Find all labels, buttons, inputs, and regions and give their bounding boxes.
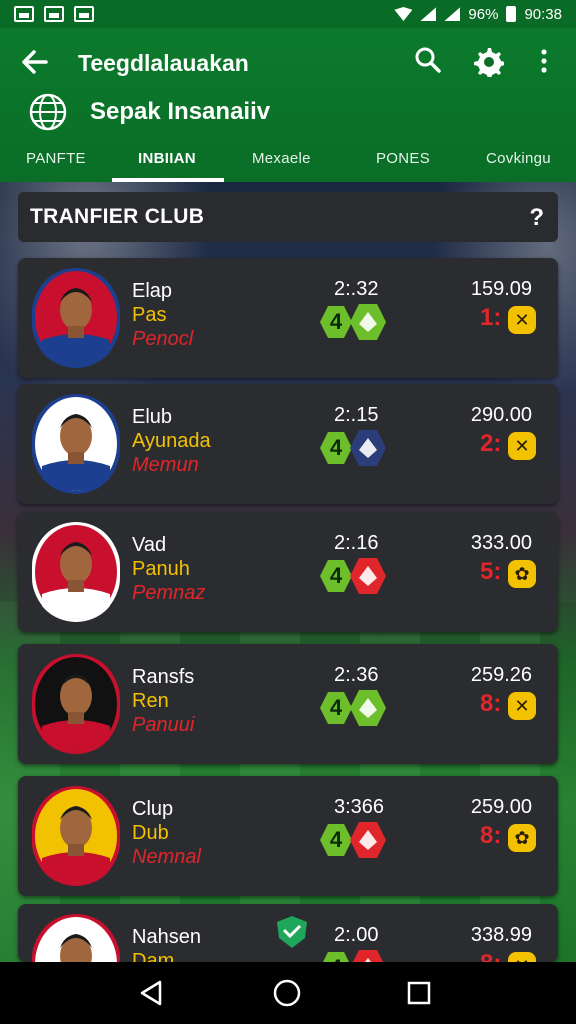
player-rank: 2:: [480, 430, 502, 457]
panel-title: TRANFIER CLUB: [30, 205, 205, 228]
tab-inbiian[interactable]: INBIIAN: [138, 150, 196, 167]
position-hex-icon: [350, 822, 386, 858]
position-hex-icon: [350, 430, 386, 466]
player-line1: Clup: [132, 798, 174, 820]
help-icon[interactable]: ?: [529, 204, 544, 232]
rating-badge: 4: [320, 432, 352, 464]
player-price: 159.09: [470, 278, 532, 300]
player-price: 259.26: [470, 664, 532, 686]
player-line2: Ayunada: [132, 430, 211, 452]
search-icon[interactable]: [414, 46, 442, 74]
gear-icon[interactable]: [472, 45, 504, 77]
player-score: 2:.00: [334, 924, 379, 946]
nav-back-icon[interactable]: [136, 978, 166, 1008]
player-avatar: [32, 268, 120, 368]
battery-percent: 96%: [468, 5, 499, 23]
position-hex-icon: [350, 558, 386, 594]
rating-badge: 4: [320, 692, 352, 724]
player-line2: Dub: [132, 822, 169, 844]
coin-icon[interactable]: ✕: [508, 692, 536, 720]
rating-badge: 4: [320, 306, 352, 338]
player-line2: Ren: [132, 690, 169, 712]
player-line3: Nemnal: [132, 846, 201, 868]
player-line3: Pemnaz: [132, 582, 206, 604]
player-price: 290.00: [470, 404, 532, 426]
shield-badge-icon: [277, 916, 307, 948]
player-score: 2:.32: [334, 278, 379, 300]
player-price: 333.00: [470, 532, 532, 554]
tab-bar: PANFTE INBIIAN Mexaele PONES Covkingu: [0, 144, 576, 182]
active-tab-indicator: [112, 178, 224, 182]
player-rank: 5:: [480, 558, 502, 585]
player-line2: Pas: [132, 304, 167, 326]
player-avatar: [32, 654, 120, 754]
player-price: 338.99: [470, 924, 532, 946]
rating-badge: 4: [320, 824, 352, 856]
player-card[interactable]: Ransfs Ren Panuui 2:.36 4 259.26 8: ✕: [18, 644, 558, 764]
position-hex-icon: [350, 690, 386, 726]
position-hex-icon: [350, 304, 386, 340]
clock: 90:38: [524, 5, 562, 23]
globe-icon: [29, 93, 67, 131]
app-bar: Teegdlalauakan Sepak Insanaiiv PANFTE IN…: [0, 28, 576, 182]
nav-home-icon[interactable]: [272, 978, 302, 1008]
wifi-icon: [394, 7, 413, 21]
tab-pones[interactable]: PONES: [376, 150, 430, 167]
player-card[interactable]: Vad Panuh Pemnaz 2:.16 4 333.00 5: ✿: [18, 512, 558, 632]
signal-icon: [420, 7, 437, 21]
image-icon: [74, 6, 94, 22]
player-avatar: [32, 786, 120, 886]
player-rank: 8:: [480, 690, 502, 717]
coin-icon[interactable]: ✕: [508, 306, 536, 334]
nav-recents-icon[interactable]: [406, 980, 432, 1006]
player-price: 259.00: [470, 796, 532, 818]
signal-icon-2: [444, 7, 461, 21]
app-title: Teegdlalauakan: [78, 50, 249, 76]
player-rank: 8:: [480, 822, 502, 849]
player-card[interactable]: Elap Pas Penocl 2:.32 4 159.09 1: ✕: [18, 258, 558, 378]
player-line1: Ransfs: [132, 666, 195, 688]
player-avatar: [32, 394, 120, 494]
back-arrow-icon[interactable]: [20, 48, 50, 76]
player-card[interactable]: Elub Ayunada Memun 2:.15 4 290.00 2: ✕: [18, 384, 558, 504]
player-score: 2:.15: [334, 404, 379, 426]
tab-mexaele[interactable]: Mexaele: [252, 150, 311, 167]
league-title: Sepak Insanaiiv: [90, 98, 271, 125]
panel-header: TRANFIER CLUB ?: [18, 192, 558, 242]
player-avatar: [32, 522, 120, 622]
battery-icon: [506, 6, 517, 22]
rating-badge: 4: [320, 560, 352, 592]
notification-icon: [14, 6, 34, 22]
coin-icon[interactable]: ✿: [508, 824, 536, 852]
more-vert-icon[interactable]: [535, 47, 553, 75]
coin-icon[interactable]: ✿: [508, 560, 536, 588]
player-card[interactable]: Clup Dub Nemnal 3:366 4 259.00 8: ✿: [18, 776, 558, 896]
player-line3: Panuui: [132, 714, 195, 736]
gallery-icon: [44, 6, 64, 22]
player-line2: Panuh: [132, 558, 190, 580]
player-line1: Elap: [132, 280, 173, 302]
tab-panfte[interactable]: PANFTE: [26, 150, 86, 167]
player-score: 2:.16: [334, 532, 379, 554]
player-line3: Memun: [132, 454, 199, 476]
status-bar: 96% 90:38: [0, 0, 576, 28]
player-line1: Vad: [132, 534, 167, 556]
system-nav-bar: [0, 962, 576, 1024]
player-line1: Nahsen: [132, 926, 201, 948]
coin-icon[interactable]: ✕: [508, 432, 536, 460]
tab-covkingu[interactable]: Covkingu: [486, 150, 551, 167]
player-score: 3:366: [334, 796, 385, 818]
player-rank: 1:: [480, 304, 502, 331]
player-score: 2:.36: [334, 664, 379, 686]
player-line1: Elub: [132, 406, 173, 428]
player-line3: Penocl: [132, 328, 194, 350]
